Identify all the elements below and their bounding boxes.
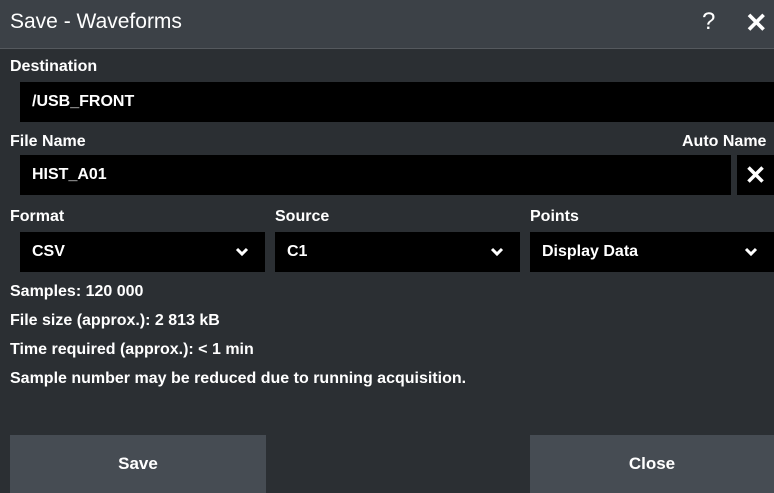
save-waveforms-dialog: Save - Waveforms ? ✕ Destination /USB_FR… (0, 0, 774, 493)
destination-field[interactable]: /USB_FRONT (20, 82, 774, 122)
time-required-info: Time required (approx.): < 1 min (10, 341, 254, 358)
close-icon[interactable]: ✕ (745, 8, 768, 39)
acquisition-note: Sample number may be reduced due to runn… (10, 370, 467, 387)
file-size-info: File size (approx.): 2 813 kB (10, 312, 220, 329)
file-name-label: File Name (10, 133, 86, 150)
file-name-input[interactable]: HIST_A01 (20, 155, 731, 195)
clear-file-name-button[interactable]: ✕ (737, 155, 774, 195)
destination-value: /USB_FRONT (32, 93, 135, 110)
source-select[interactable]: C1 (275, 232, 520, 272)
dialog-title: Save - Waveforms (10, 10, 182, 33)
file-name-value: HIST_A01 (32, 166, 107, 183)
clear-icon: ✕ (744, 159, 767, 190)
help-icon[interactable]: ? (702, 8, 715, 36)
source-value: C1 (287, 243, 308, 260)
save-button[interactable]: Save (10, 435, 266, 493)
close-button[interactable]: Close (530, 435, 774, 493)
samples-info: Samples: 120 000 (10, 283, 144, 300)
chevron-down-icon (744, 232, 758, 272)
auto-name-label: Auto Name (682, 133, 767, 150)
source-label: Source (275, 208, 330, 225)
format-label: Format (10, 208, 65, 225)
points-select[interactable]: Display Data (530, 232, 774, 272)
points-label: Points (530, 208, 579, 225)
format-value: CSV (32, 243, 65, 260)
format-select[interactable]: CSV (20, 232, 265, 272)
destination-label: Destination (10, 58, 98, 75)
chevron-down-icon (490, 232, 504, 272)
chevron-down-icon (235, 232, 249, 272)
title-bar: Save - Waveforms ? ✕ (0, 0, 774, 49)
points-value: Display Data (542, 243, 639, 260)
